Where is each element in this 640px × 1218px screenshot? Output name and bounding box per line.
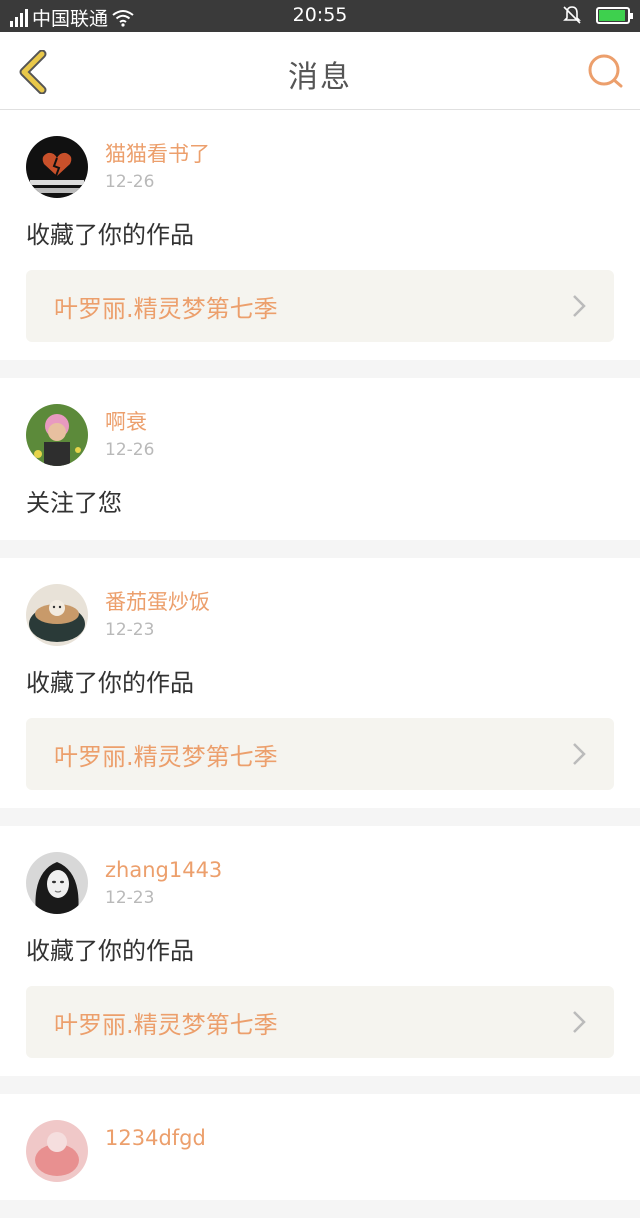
page-title: 消息 [288, 60, 352, 95]
search-icon[interactable] [586, 52, 624, 90]
chevron-right-icon [573, 743, 586, 765]
action-text: 收藏了你的作品 [26, 669, 194, 697]
message-date: 12-23 [105, 620, 155, 640]
username[interactable]: zhang1443 [105, 856, 222, 884]
message-card: 啊衰 12-26 关注了您 [0, 378, 640, 540]
message-card: 1234dfgd [0, 1094, 640, 1200]
work-title: 叶罗丽.精灵梦第七季 [54, 294, 278, 323]
status-right [562, 5, 633, 25]
work-link[interactable]: 叶罗丽.精灵梦第七季 [26, 270, 614, 342]
clock: 20:55 [292, 4, 348, 26]
chevron-right-icon [573, 295, 586, 317]
status-bar: 中国联通 20:55 [0, 0, 640, 32]
work-link[interactable]: 叶罗丽.精灵梦第七季 [26, 986, 614, 1058]
username[interactable]: 番茄蛋炒饭 [105, 588, 210, 616]
message-date: 12-26 [105, 440, 155, 460]
bell-muted-icon [563, 6, 581, 24]
battery-icon [596, 6, 633, 24]
work-link[interactable]: 叶罗丽.精灵梦第七季 [26, 718, 614, 790]
action-text: 关注了您 [26, 489, 122, 517]
chevron-right-icon [573, 1011, 586, 1033]
avatar[interactable] [26, 404, 88, 466]
message-card: 番茄蛋炒饭 12-23 收藏了你的作品 叶罗丽.精灵梦第七季 [0, 558, 640, 808]
action-text: 收藏了你的作品 [26, 937, 194, 965]
username[interactable]: 啊衰 [105, 408, 154, 436]
work-title: 叶罗丽.精灵梦第七季 [54, 742, 278, 771]
message-date: 12-23 [105, 888, 155, 908]
username[interactable]: 猫猫看书了 [105, 140, 210, 168]
message-card: zhang1443 12-23 收藏了你的作品 叶罗丽.精灵梦第七季 [0, 826, 640, 1076]
avatar[interactable] [26, 584, 88, 646]
nav-bar: 消息 [0, 32, 640, 110]
avatar[interactable] [26, 852, 88, 914]
action-text: 收藏了你的作品 [26, 221, 194, 249]
avatar[interactable] [26, 136, 88, 198]
avatar[interactable] [26, 1120, 88, 1182]
username[interactable]: 1234dfgd [105, 1124, 206, 1152]
message-card: 猫猫看书了 12-26 收藏了你的作品 叶罗丽.精灵梦第七季 [0, 110, 640, 360]
message-list: 猫猫看书了 12-26 收藏了你的作品 叶罗丽.精灵梦第七季 啊衰 12-26 … [0, 110, 640, 1218]
work-title: 叶罗丽.精灵梦第七季 [54, 1010, 278, 1039]
message-date: 12-26 [105, 172, 155, 192]
